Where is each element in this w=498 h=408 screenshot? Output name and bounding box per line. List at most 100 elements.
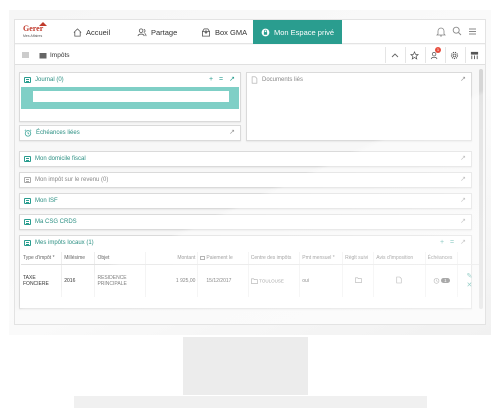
monitor-stand-neck	[183, 337, 308, 395]
page-toolbar: Impôts 1	[15, 45, 485, 65]
domicile-actions: ↗	[460, 155, 466, 163]
journal-header: Journal (0) + = ↗	[20, 73, 240, 87]
impots-locaux-list-button[interactable]: =	[450, 239, 454, 247]
chevron-up-icon	[391, 53, 398, 58]
users-icon	[137, 27, 147, 36]
echeances-panel: Échéances liées ↗	[19, 125, 241, 141]
folder-outline-icon	[250, 278, 258, 284]
nav-mon-espace-prive[interactable]: Mon Espace privé	[253, 20, 343, 44]
csg-expand-icon[interactable]: ↗	[460, 218, 466, 226]
impot-revenu-expand-icon[interactable]: ↗	[460, 176, 466, 184]
documents-expand-icon[interactable]: ↗	[460, 76, 466, 84]
breadcrumb[interactable]: Impôts	[39, 49, 70, 61]
top-navigation: Gerer Mes Affaires Accueil Partage Box G…	[15, 20, 485, 44]
documents-header: Documents liés ↗	[247, 73, 471, 87]
isf-actions: ↗	[460, 197, 466, 205]
nav-accueil-label: Accueil	[86, 27, 111, 37]
col-paiement[interactable]: Paiement le	[197, 252, 249, 265]
impots-locaux-title[interactable]: Mes impôts locaux (1)	[35, 240, 94, 246]
app-screen: Gerer Mes Affaires Accueil Partage Box G…	[14, 19, 486, 325]
isf-panel: Mon ISF ↗	[19, 193, 472, 209]
cell-montant: 1 925,00	[145, 264, 199, 297]
isf-expand-icon[interactable]: ↗	[460, 197, 466, 205]
impots-locaux-actions: + = ↗	[440, 239, 466, 247]
col-centre[interactable]: Centre des impôts	[248, 252, 301, 265]
impot-revenu-title[interactable]: Mon impôt sur le revenu (0)	[35, 177, 108, 183]
documents-title[interactable]: Documents liés	[262, 77, 303, 83]
cell-mensuel: oui	[299, 264, 344, 297]
nav-accueil[interactable]: Accueil	[73, 20, 110, 44]
impots-locaux-panel: Mes impôts locaux (1) + = ↗ Type d'impôt…	[19, 235, 481, 309]
domicile-icon	[24, 156, 31, 162]
menu-icon[interactable]	[468, 26, 477, 37]
col-reglt[interactable]: Règlt suivi	[342, 252, 375, 265]
journal-expand-icon[interactable]: ↗	[229, 76, 235, 84]
home-icon	[73, 27, 82, 37]
delete-icon[interactable]: ✕	[460, 281, 479, 290]
cell-reglt[interactable]	[342, 264, 375, 297]
cell-avis[interactable]	[373, 264, 426, 297]
table-row[interactable]: TAXE FONCIERE 2016 RESIDENCE PRINCIPALE …	[21, 264, 481, 297]
journal-icon	[24, 77, 31, 83]
col-objet[interactable]: Objet	[94, 252, 146, 265]
star-icon	[410, 50, 419, 60]
bell-icon[interactable]	[436, 26, 446, 37]
journal-input[interactable]	[33, 91, 229, 102]
col-avis[interactable]: Avis d'imposition	[373, 252, 426, 265]
csg-title[interactable]: Ma CSG CRDS	[35, 219, 77, 225]
col-montant[interactable]: Montant	[145, 252, 199, 265]
cell-centre-label[interactable]: TOULOUSE	[259, 278, 284, 283]
cell-millesime: 2016	[61, 264, 96, 297]
collapse-button[interactable]	[385, 47, 403, 63]
cell-echeances[interactable]: 1	[425, 264, 458, 297]
notifications-button[interactable]: 1	[425, 47, 443, 63]
csg-icon	[24, 219, 31, 225]
col-type[interactable]: Type d'impôt *	[21, 252, 63, 265]
logo-roof-icon	[39, 22, 47, 26]
journal-title[interactable]: Journal (0)	[35, 77, 64, 83]
domicile-panel: Mon domicile fiscal ↗	[19, 151, 472, 167]
echeances-expand-icon[interactable]: ↗	[229, 129, 235, 137]
breadcrumb-label: Impôts	[50, 51, 70, 59]
impots-locaux-add-button[interactable]: +	[440, 239, 444, 247]
logo-subtext: Mes Affaires	[23, 34, 43, 38]
edit-icon[interactable]: ✎	[460, 272, 479, 281]
nav-partage[interactable]: Partage	[137, 20, 177, 44]
impots-locaux-header: Mes impôts locaux (1) + = ↗	[20, 236, 471, 250]
app-button[interactable]	[465, 47, 483, 63]
journal-actions: + = ↗	[209, 76, 235, 84]
journal-panel: Journal (0) + = ↗	[19, 72, 241, 122]
impot-revenu-icon	[24, 177, 31, 183]
favorite-button[interactable]	[405, 47, 423, 63]
impot-revenu-panel: Mon impôt sur le revenu (0) ↗	[19, 172, 472, 188]
nav-mon-espace-prive-label: Mon Espace privé	[274, 27, 335, 37]
csg-actions: ↗	[460, 218, 466, 226]
settings-button[interactable]	[445, 47, 463, 63]
cell-paiement: 15/12/2017	[197, 264, 249, 297]
toolbar-actions: 1	[385, 47, 483, 63]
journal-list-button[interactable]: =	[219, 76, 223, 84]
isf-header: Mon ISF ↗	[20, 194, 471, 208]
document-icon	[396, 276, 402, 284]
csg-panel: Ma CSG CRDS ↗	[19, 214, 472, 230]
echeances-count-badge: 1	[441, 278, 450, 284]
sidebar-toggle-icon[interactable]	[20, 49, 32, 61]
col-paiement-label: Paiement le	[206, 255, 233, 261]
domicile-title[interactable]: Mon domicile fiscal	[35, 156, 86, 162]
col-echeances[interactable]: Échéances	[425, 252, 458, 265]
col-mensuel[interactable]: Pmt mensuel *	[299, 252, 344, 265]
table-header-row: Type d'impôt * Millésime Objet Montant P…	[21, 252, 481, 265]
domicile-expand-icon[interactable]: ↗	[460, 155, 466, 163]
journal-add-button[interactable]: +	[209, 76, 213, 84]
isf-title[interactable]: Mon ISF	[35, 198, 58, 204]
nav-box-gma[interactable]: Box GMA	[201, 20, 247, 44]
impots-locaux-expand-icon[interactable]: ↗	[460, 239, 466, 247]
col-millesime[interactable]: Millésime	[61, 252, 96, 265]
page-scrollbar[interactable]	[479, 69, 483, 309]
col-actions	[457, 252, 481, 265]
search-icon[interactable]	[452, 26, 462, 37]
echeances-title[interactable]: Échéances liées	[36, 130, 80, 136]
gear-icon	[450, 51, 459, 59]
folder-icon	[39, 52, 47, 58]
logo[interactable]: Gerer Mes Affaires	[23, 22, 51, 40]
